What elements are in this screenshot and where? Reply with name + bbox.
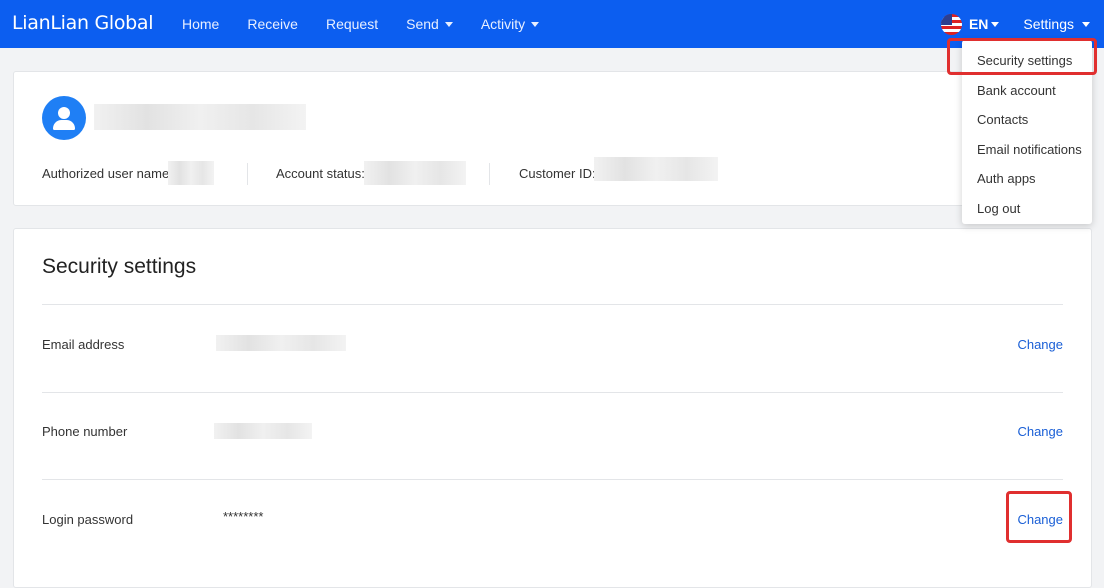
section-title: Security settings [42,255,197,278]
settings-label: Settings [1023,16,1074,32]
main-nav: Home Receive Request Send Activity [182,0,567,48]
nav-send[interactable]: Send [406,16,453,32]
redacted-phone [214,423,312,439]
user-avatar-icon [42,96,86,140]
divider [42,479,1063,480]
divider [247,163,248,185]
settings-menu-toggle[interactable]: Settings [1023,16,1090,32]
language-selector[interactable]: EN [940,13,1000,35]
menu-item-contacts[interactable]: Contacts [962,105,1092,135]
redacted-account-status [364,161,466,185]
change-phone-link[interactable]: Change [1017,424,1063,439]
us-flag-icon [940,13,962,35]
nav-send-label: Send [406,16,439,32]
menu-item-email-notifications[interactable]: Email notifications [962,135,1092,165]
caret-down-icon [1082,21,1090,27]
caret-down-icon [444,21,453,27]
profile-card: Authorized user name Account status: Cus… [13,71,1092,206]
nav-activity[interactable]: Activity [480,16,540,32]
top-nav-bar: LianLian Global Home Receive Request Sen… [0,0,1104,48]
nav-receive[interactable]: Receive [247,16,298,32]
redacted-user-name [94,104,306,130]
change-email-link[interactable]: Change [1017,337,1063,352]
caret-down-icon [531,21,540,27]
divider [42,304,1063,305]
menu-item-log-out[interactable]: Log out [962,194,1092,224]
account-status-label: Account status: [276,166,365,181]
divider [489,163,490,185]
email-address-label: Email address [42,337,125,352]
nav-receive-label: Receive [247,16,298,32]
nav-activity-label: Activity [480,16,526,32]
login-password-label: Login password [42,512,134,527]
nav-request-label: Request [325,16,379,32]
language-label: EN [968,16,989,32]
redacted-customer-id [594,157,718,181]
redacted-email [216,335,346,351]
caret-down-icon [991,21,1000,27]
masked-password: ******** [223,509,264,524]
highlight-box-change-password [1006,491,1072,543]
highlight-box-security-settings [947,38,1097,75]
security-settings-card: Security settings Email address Change P… [13,228,1092,588]
authorized-user-label: Authorized user name [42,166,170,181]
redacted-authorized-user [168,161,214,185]
phone-number-label: Phone number [42,424,128,439]
brand-logo[interactable]: LianLian Global [12,12,154,34]
menu-item-bank-account[interactable]: Bank account [962,76,1092,106]
nav-home-label: Home [182,16,220,32]
divider [42,392,1063,393]
customer-id-label: Customer ID: [519,166,596,181]
nav-request[interactable]: Request [326,16,378,32]
menu-item-auth-apps[interactable]: Auth apps [962,164,1092,194]
nav-home[interactable]: Home [182,16,219,32]
